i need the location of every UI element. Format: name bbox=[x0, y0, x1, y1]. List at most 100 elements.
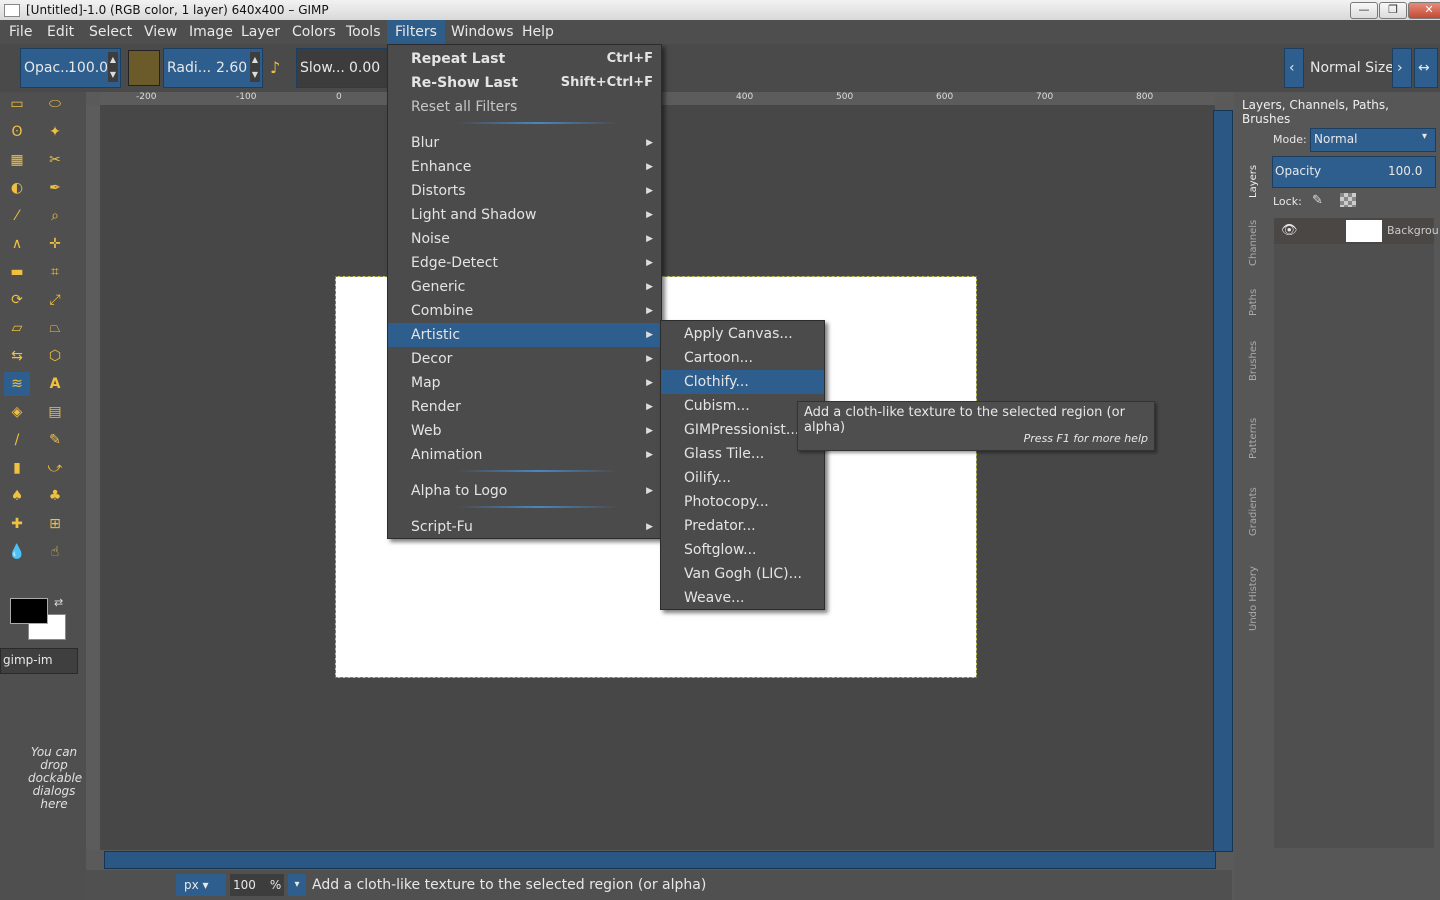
menu-item-light-shadow[interactable]: Light and Shadow ▶ bbox=[388, 203, 661, 227]
menu-item-photocopy[interactable]: Photocopy... bbox=[661, 490, 824, 514]
paintbrush-icon[interactable]: ✎ bbox=[42, 428, 68, 452]
horizontal-scrollbar[interactable] bbox=[104, 851, 1216, 869]
menu-item-web[interactable]: Web ▶ bbox=[388, 419, 661, 443]
scissors-icon[interactable]: ✂ bbox=[42, 148, 68, 172]
menu-item-edge-detect[interactable]: Edge-Detect ▶ bbox=[388, 251, 661, 275]
layer-opacity-spinner[interactable]: Opacity 100.0 bbox=[1272, 156, 1436, 188]
menu-item-distorts[interactable]: Distorts ▶ bbox=[388, 179, 661, 203]
clone-icon[interactable]: ♣ bbox=[42, 484, 68, 508]
menu-item-predator[interactable]: Predator... bbox=[661, 514, 824, 538]
menu-item-reshow-last[interactable]: Re-Show Last Shift+Ctrl+F bbox=[388, 71, 661, 95]
menu-item-blur[interactable]: Blur ▶ bbox=[388, 131, 661, 155]
menu-view[interactable]: View bbox=[144, 24, 177, 40]
shear-icon[interactable]: ▱ bbox=[4, 316, 30, 340]
color-picker-icon[interactable]: ⁄ bbox=[4, 204, 30, 228]
menu-item-map[interactable]: Map ▶ bbox=[388, 371, 661, 395]
layer-list[interactable] bbox=[1274, 244, 1434, 848]
zoom-field[interactable]: 100% bbox=[230, 874, 284, 896]
close-button[interactable]: ✕ bbox=[1408, 2, 1440, 19]
tab-layers[interactable]: Layers bbox=[1248, 128, 1259, 198]
menu-item-apply-canvas[interactable]: Apply Canvas... bbox=[661, 322, 824, 346]
crop-icon[interactable]: ⌗ bbox=[42, 260, 68, 284]
menu-image[interactable]: Image bbox=[189, 24, 233, 40]
slow-spinner[interactable]: Slow... 0.00 bbox=[296, 48, 390, 88]
heal-icon[interactable]: ✚ bbox=[4, 512, 30, 536]
menu-item-repeat-last[interactable]: Repeat Last Ctrl+F bbox=[388, 47, 661, 71]
expand-button[interactable]: ↔ bbox=[1414, 48, 1438, 88]
tab-undo-history[interactable]: Undo History bbox=[1248, 546, 1259, 631]
ellipse-select-icon[interactable]: ⬭ bbox=[42, 92, 68, 116]
zoom-label[interactable]: Normal Size bbox=[1310, 60, 1394, 76]
tab-patterns[interactable]: Patterns bbox=[1248, 394, 1259, 459]
flip-icon[interactable]: ⇆ bbox=[4, 344, 30, 368]
menu-file[interactable]: File bbox=[9, 24, 32, 40]
menu-item-oilify[interactable]: Oilify... bbox=[661, 466, 824, 490]
menu-layer[interactable]: Layer bbox=[241, 24, 280, 40]
menu-filters[interactable]: Filters bbox=[387, 20, 445, 44]
menu-item-decor[interactable]: Decor ▶ bbox=[388, 347, 661, 371]
move-icon[interactable]: ✛ bbox=[42, 232, 68, 256]
eye-icon[interactable]: 👁 bbox=[1281, 223, 1298, 238]
menu-item-clothify[interactable]: Clothify... bbox=[661, 370, 824, 394]
menu-item-noise[interactable]: Noise ▶ bbox=[388, 227, 661, 251]
radius-spinner[interactable]: Radi... 2.60 ▲ ▼ bbox=[163, 48, 263, 88]
menu-item-reset-filters[interactable]: Reset all Filters bbox=[388, 95, 661, 119]
foreground-color-front[interactable] bbox=[10, 598, 48, 624]
bucket-fill-icon[interactable]: ◈ bbox=[4, 400, 30, 424]
perspective-clone-icon[interactable]: ⊞ bbox=[42, 512, 68, 536]
opacity-spinner[interactable]: Opac... 100.0 ▲ ▼ bbox=[20, 48, 121, 88]
dynamics-icon[interactable]: ♪ bbox=[270, 58, 288, 77]
menu-item-render[interactable]: Render ▶ bbox=[388, 395, 661, 419]
tab-gradients[interactable]: Gradients bbox=[1248, 466, 1259, 536]
color-select-icon[interactable]: ▦ bbox=[4, 148, 30, 172]
scale-icon[interactable]: ⤢ bbox=[42, 288, 68, 312]
menu-item-combine[interactable]: Combine ▶ bbox=[388, 299, 661, 323]
menu-select[interactable]: Select bbox=[89, 24, 132, 40]
minimize-button[interactable]: — bbox=[1350, 2, 1378, 19]
text-icon[interactable]: A bbox=[42, 372, 68, 396]
menu-tools[interactable]: Tools bbox=[346, 24, 381, 40]
menu-item-generic[interactable]: Generic ▶ bbox=[388, 275, 661, 299]
rect-select-icon[interactable]: ▭ bbox=[4, 92, 30, 116]
align-icon[interactable]: ▬ bbox=[4, 260, 30, 284]
perspective-icon[interactable]: ⏢ bbox=[42, 316, 68, 340]
lasso-icon[interactable]: ʘ bbox=[4, 120, 30, 144]
cage-icon[interactable]: ⬡ bbox=[42, 344, 68, 368]
menu-item-softglow[interactable]: Softglow... bbox=[661, 538, 824, 562]
radius-stepper[interactable]: ▲ ▼ bbox=[250, 52, 260, 82]
maximize-button[interactable]: ❐ bbox=[1379, 2, 1407, 19]
menu-item-enhance[interactable]: Enhance ▶ bbox=[388, 155, 661, 179]
airbrush-icon[interactable]: ⤻ bbox=[42, 456, 68, 480]
lock-pixels-icon[interactable]: ✎ bbox=[1312, 193, 1323, 208]
swap-colors-icon[interactable]: ⇄ bbox=[54, 596, 63, 609]
menu-item-alpha-to-logo[interactable]: Alpha to Logo ▶ bbox=[388, 479, 661, 503]
gradient-icon[interactable]: ▤ bbox=[42, 400, 68, 424]
menu-item-animation[interactable]: Animation ▶ bbox=[388, 443, 661, 467]
unit-select[interactable]: px ▾ bbox=[176, 874, 226, 896]
smudge-icon[interactable]: ☝ bbox=[42, 540, 68, 564]
tab-paths[interactable]: Paths bbox=[1248, 271, 1259, 316]
brush-preview[interactable] bbox=[128, 50, 160, 86]
layer-row[interactable]: 👁 Backgrou bbox=[1274, 218, 1439, 244]
warp-transform-icon[interactable]: ≋ bbox=[4, 372, 30, 396]
zoom-next-button[interactable]: › bbox=[1392, 48, 1412, 88]
layer-name[interactable]: Backgrou bbox=[1387, 224, 1439, 237]
opacity-stepper[interactable]: ▲ ▼ bbox=[108, 52, 118, 82]
tab-brushes[interactable]: Brushes bbox=[1248, 321, 1259, 381]
tab-channels[interactable]: Channels bbox=[1248, 196, 1259, 266]
fuzzy-select-icon[interactable]: ✦ bbox=[42, 120, 68, 144]
menu-help[interactable]: Help bbox=[522, 24, 554, 40]
menu-colors[interactable]: Colors bbox=[292, 24, 336, 40]
mode-select[interactable]: Normal ▾ bbox=[1310, 128, 1436, 152]
rotate-icon[interactable]: ⟳ bbox=[4, 288, 30, 312]
menu-item-script-fu[interactable]: Script-Fu ▶ bbox=[388, 515, 661, 539]
zoom-prev-button[interactable]: ‹ bbox=[1284, 48, 1304, 88]
menu-windows[interactable]: Windows bbox=[451, 24, 514, 40]
paths-icon[interactable]: ✒ bbox=[42, 176, 68, 200]
lock-alpha-icon[interactable] bbox=[1340, 193, 1356, 207]
menu-item-weave[interactable]: Weave... bbox=[661, 586, 824, 610]
eraser-icon[interactable]: ▮ bbox=[4, 456, 30, 480]
ink-icon[interactable]: ♠ bbox=[4, 484, 30, 508]
menu-item-van-gogh[interactable]: Van Gogh (LIC)... bbox=[661, 562, 824, 586]
measure-icon[interactable]: ∧ bbox=[4, 232, 30, 256]
